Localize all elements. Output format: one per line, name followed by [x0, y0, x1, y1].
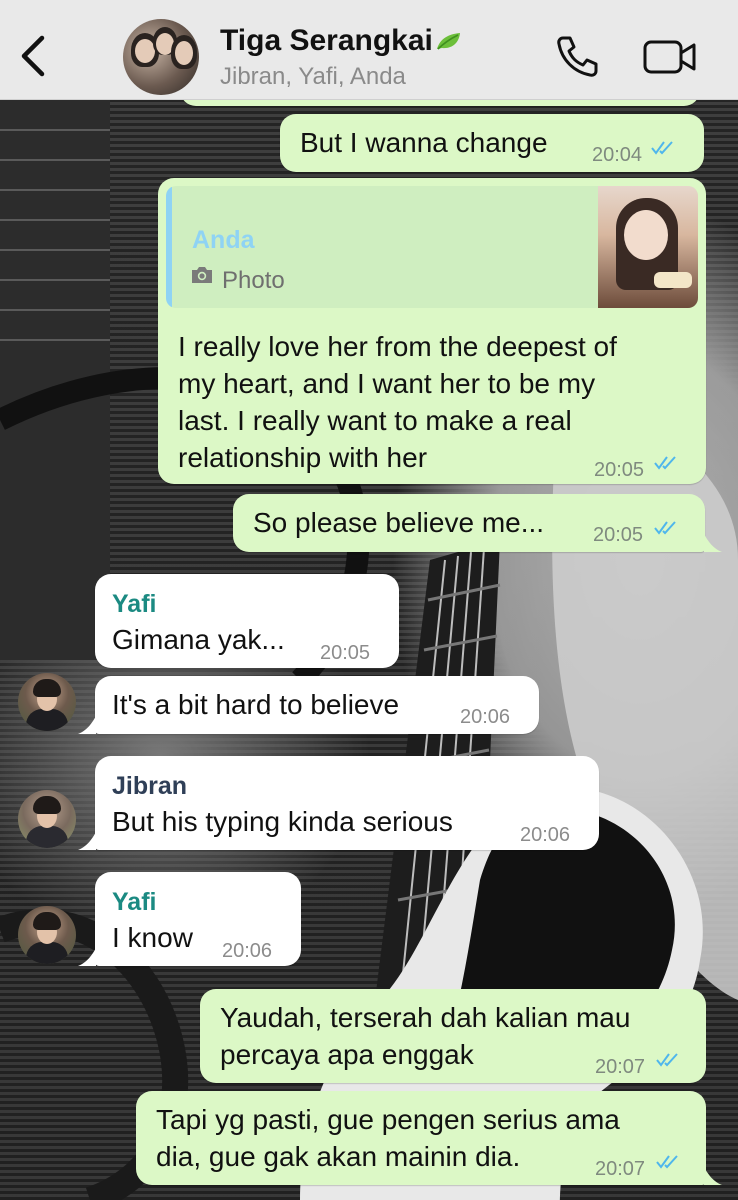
message-bubble-incoming[interactable]: Yafi I know 20:06 [95, 872, 301, 966]
message-bubble-outgoing[interactable]: Yaudah, terserah dah kalian mau percaya … [200, 989, 706, 1083]
sender-name: Jibran [112, 772, 188, 800]
message-time: 20:05 [594, 459, 645, 481]
message-text-line: dia, gue gak akan mainin dia. [156, 1141, 521, 1172]
quoted-message[interactable]: Anda Photo [166, 186, 698, 308]
message-text-line: Tapi yg pasti, gue pengen serius ama [156, 1104, 620, 1135]
video-camera-icon [643, 40, 696, 74]
message-text: Gimana yak... [112, 624, 285, 655]
message-time: 20:06 [460, 706, 511, 728]
voice-call-button[interactable] [554, 34, 600, 78]
message-text: It's a bit hard to believe [112, 689, 400, 720]
quoted-author: Anda [192, 226, 255, 254]
read-receipt-icon [656, 1155, 678, 1169]
chat-header: Tiga Serangkai Jibran, Yafi, Anda [0, 0, 738, 100]
message-time: 20:05 [320, 642, 371, 664]
message-text-line: my heart, and I want her to be my [178, 368, 596, 399]
bubble-tail [78, 712, 98, 734]
message-time: 20:07 [595, 1056, 646, 1078]
bubble-tail [78, 828, 98, 850]
read-receipt-icon [654, 456, 676, 470]
video-call-button[interactable] [642, 38, 698, 76]
message-bubble-incoming[interactable]: Yafi Gimana yak... 20:05 [95, 574, 399, 668]
message-text-line: last. I really want to make a real [178, 405, 572, 436]
message-bubble-outgoing[interactable]: So please believe me... 20:05 [233, 494, 705, 552]
read-receipt-icon [656, 1053, 678, 1067]
leaf-icon [436, 33, 460, 50]
message-time: 20:05 [593, 524, 644, 546]
message-time: 20:04 [592, 144, 643, 166]
message-text: But I wanna change [300, 127, 548, 158]
contact-avatar-jibran[interactable] [18, 790, 76, 848]
message-bubble-outgoing[interactable]: But I wanna change 20:04 [280, 114, 704, 172]
contact-avatar-yafi[interactable] [18, 906, 76, 964]
message-text: I know [112, 922, 193, 953]
message-time: 20:06 [222, 940, 273, 962]
message-bubble-outgoing[interactable]: Tapi yg pasti, gue pengen serius ama dia… [136, 1091, 706, 1185]
sender-name: Yafi [112, 590, 157, 618]
message-bubble-reply[interactable]: Anda Photo I really love her from the de… [158, 178, 706, 484]
group-avatar[interactable] [123, 19, 199, 95]
contact-avatar-yafi[interactable] [18, 673, 76, 731]
message-time: 20:07 [595, 1158, 646, 1180]
bubble-tail [702, 530, 722, 552]
message-time: 20:06 [520, 824, 571, 846]
message-text-line: relationship with her [178, 442, 428, 473]
bubble-tail [702, 1163, 722, 1185]
read-receipt-icon [654, 521, 676, 535]
message-text: So please believe me... [253, 507, 545, 538]
read-receipt-icon [651, 141, 673, 155]
chat-members: Jibran, Yafi, Anda [220, 63, 406, 90]
chevron-left-icon [21, 35, 45, 77]
message-text-line: Yaudah, terserah dah kalian mau [220, 1002, 631, 1033]
bubble-tail [78, 944, 98, 966]
message-bubble-incoming[interactable]: Jibran But his typing kinda serious 20:0… [95, 756, 599, 850]
chat-title[interactable]: Tiga Serangkai [220, 24, 462, 58]
back-button[interactable] [12, 28, 56, 84]
message-bubble-incoming[interactable]: It's a bit hard to believe 20:06 [95, 676, 539, 734]
quoted-photo-thumbnail[interactable] [598, 186, 698, 308]
message-text-line: I really love her from the deepest of [178, 331, 617, 362]
message-text: But his typing kinda serious [112, 806, 453, 837]
sender-name: Yafi [112, 888, 157, 916]
chat-title-text: Tiga Serangkai [220, 24, 433, 57]
quote-accent-bar [166, 186, 172, 308]
message-text-line: percaya apa enggak [220, 1039, 474, 1070]
quoted-type-label: Photo [222, 267, 285, 294]
phone-icon [557, 36, 598, 77]
camera-icon [192, 267, 212, 283]
